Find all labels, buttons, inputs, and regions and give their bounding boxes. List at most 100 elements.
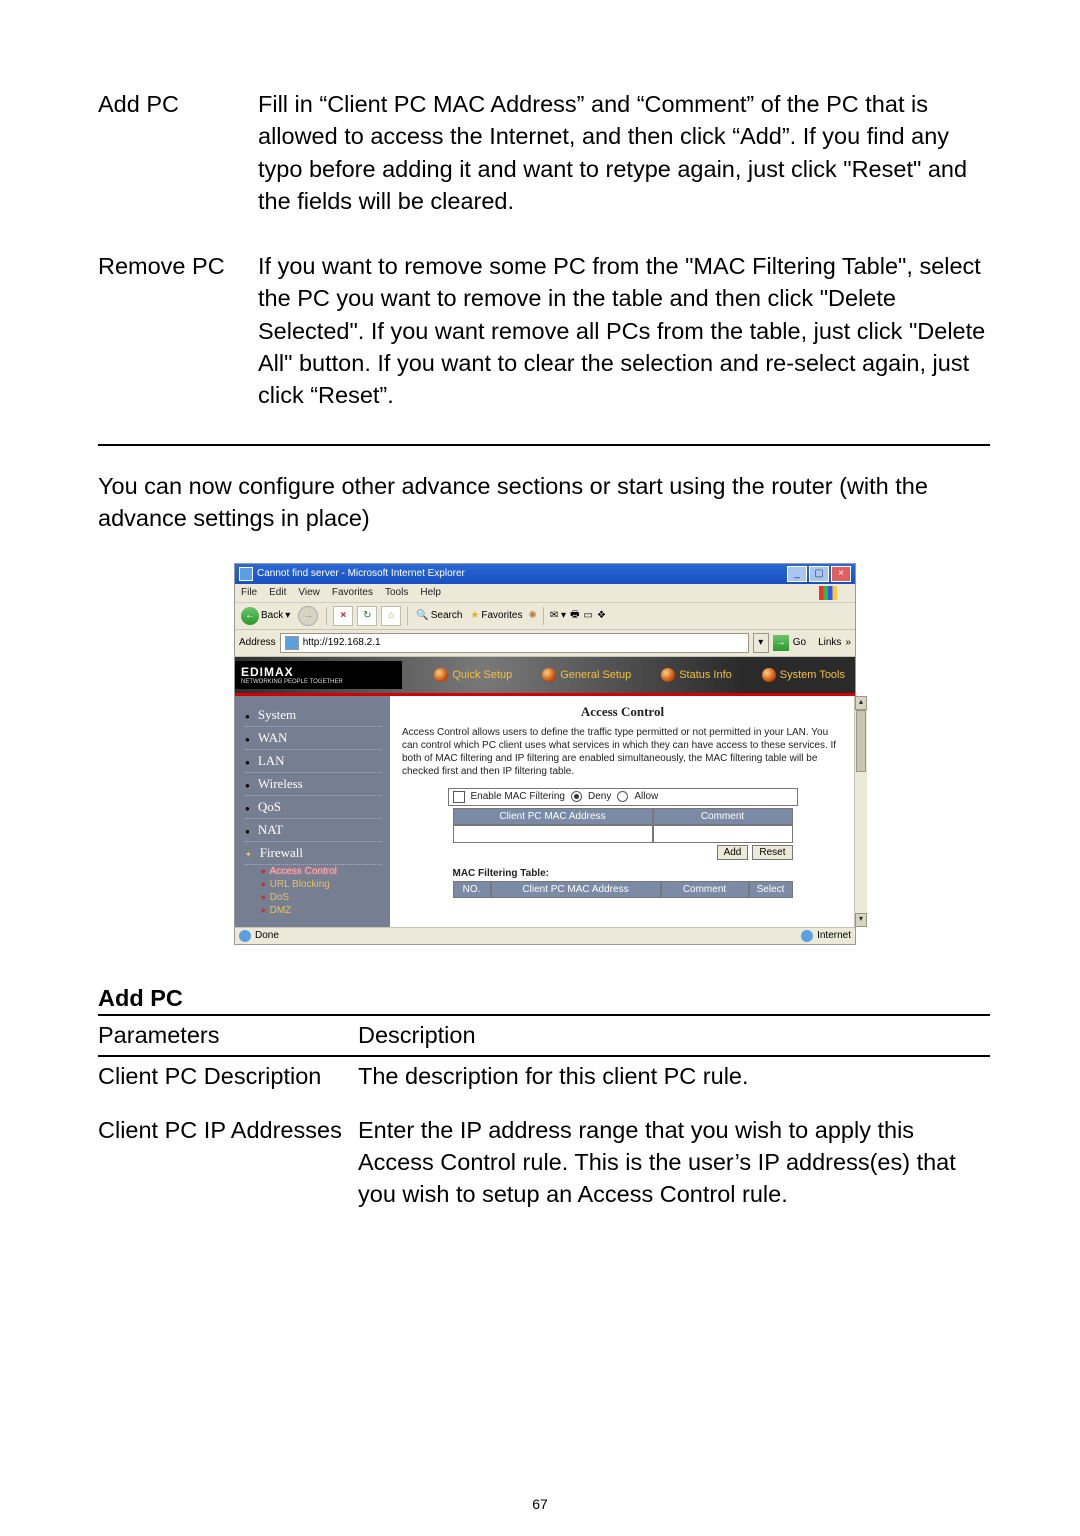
maximize-button[interactable]: ▢ [809,566,829,582]
sidebar-sub-label: DoS [270,892,289,903]
sidebar-sub-label: URL Blocking [270,879,330,890]
sidebar-item-system[interactable]: System [245,704,382,727]
sidebar-item-firewall[interactable]: Firewall [245,842,382,865]
back-button[interactable]: ← Back ▾ [239,607,292,625]
nav-label: Quick Setup [452,669,512,681]
reset-button[interactable]: Reset [752,845,792,860]
links-label[interactable]: Links [818,637,841,648]
sidebar-item-wan[interactable]: WAN [245,727,382,750]
enable-checkbox[interactable] [453,791,465,803]
url-text: http://192.168.2.1 [303,637,381,648]
links-chevron-icon[interactable]: » [845,637,851,648]
address-bar: Address http://192.168.2.1 ▾ → Go Links … [235,630,855,657]
scroll-thumb[interactable] [856,710,866,772]
minimize-button[interactable]: _ [787,566,807,582]
discuss-icon[interactable]: ❖ [597,610,606,621]
menu-favorites[interactable]: Favorites [332,587,373,598]
definition-label: Remove PC [98,250,258,412]
bullet-icon [245,707,254,723]
star-icon: ★ [470,610,479,621]
menu-help[interactable]: Help [420,587,441,598]
refresh-button[interactable] [357,606,377,626]
favorites-label: Favorites [481,610,522,621]
sidebar-item-lan[interactable]: LAN [245,750,382,773]
router-body: System WAN LAN Wireless QoS NAT Firewall… [235,696,855,927]
definition-body: If you want to remove some PC from the "… [258,250,990,412]
history-icon[interactable]: ✺ [529,610,537,621]
comment-input[interactable] [653,825,793,843]
sidebar-item-label: WAN [258,730,288,746]
menu-view[interactable]: View [298,587,320,598]
globe-icon [239,930,251,942]
mail-icon[interactable]: ✉ ▾ [550,610,566,621]
paragraph: You can now configure other advance sect… [98,470,990,535]
bullet-icon [245,730,254,746]
allow-radio[interactable] [617,791,628,802]
ie-icon [239,567,253,581]
main-description: Access Control allows users to define th… [402,726,843,778]
sidebar-sub-dos[interactable]: DoS [261,891,382,904]
brand-logo: EDIMAX NETWORKING PEOPLE TOGETHER [235,661,402,689]
mac-input[interactable] [453,825,653,843]
deny-label: Deny [588,791,611,802]
nav-system-tools[interactable]: System Tools [762,668,845,682]
deny-radio[interactable] [571,791,582,802]
sidebar-item-nat[interactable]: NAT [245,819,382,842]
go-label: Go [793,637,806,648]
home-button[interactable] [381,606,401,626]
edit-icon[interactable]: ▭ [584,610,593,621]
col-comment-header: Comment [653,808,793,825]
main-pane: Access Control Access Control allows use… [390,696,855,927]
nav-quick-setup[interactable]: Quick Setup [434,668,512,682]
window-title: Cannot find server - Microsoft Internet … [257,568,785,579]
window-titlebar: Cannot find server - Microsoft Internet … [235,564,855,584]
search-button[interactable]: 🔍 Search [414,610,464,621]
bullet-icon [245,799,254,815]
sidebar-sub-label: DMZ [270,905,292,916]
scroll-down-icon[interactable]: ▾ [855,913,867,927]
definition-label: Add PC [98,88,258,218]
go-button[interactable]: → [773,635,789,651]
sidebar-item-wireless[interactable]: Wireless [245,773,382,796]
nav-label: Status Info [679,669,732,681]
nav-general-setup[interactable]: General Setup [542,668,631,682]
ie-window: Cannot find server - Microsoft Internet … [234,563,856,945]
sidebar-sub-label: Access Control [270,866,337,877]
scrollbar[interactable]: ▴ ▾ [854,696,867,927]
menu-file[interactable]: File [241,587,257,598]
nav-status-info[interactable]: Status Info [661,668,732,682]
sidebar-sub-url-blocking[interactable]: URL Blocking [261,878,382,891]
print-icon[interactable]: 🖶 [570,607,579,624]
page-number: 67 [0,1496,1080,1512]
address-field[interactable]: http://192.168.2.1 [280,633,749,653]
section-heading: Add PC [98,985,990,1016]
bullet-icon [245,753,254,769]
scroll-up-icon[interactable]: ▴ [855,696,867,710]
page-icon [285,636,299,650]
forward-button[interactable]: → [296,606,320,626]
favorites-button[interactable]: ★ Favorites [468,610,524,621]
sidebar-sub-dmz[interactable]: DMZ [261,904,382,917]
status-bar: Done Internet [235,927,855,944]
menu-edit[interactable]: Edit [269,587,286,598]
filtering-table-header: NO. Client PC MAC Address Comment Select [453,881,793,898]
close-button[interactable]: × [831,566,851,582]
add-button[interactable]: Add [717,845,749,860]
allow-label: Allow [634,791,658,802]
stop-button[interactable]: × [333,606,353,626]
param-row: Client PC IP Addresses Enter the IP addr… [98,1111,990,1214]
menu-tools[interactable]: Tools [385,587,408,598]
input-table-row [453,825,793,843]
nav-label: System Tools [780,669,845,681]
sidebar: System WAN LAN Wireless QoS NAT Firewall… [235,696,390,927]
address-label: Address [239,637,276,648]
header-parameters: Parameters [98,1020,358,1052]
main-heading: Access Control [402,704,843,720]
param-table-header: Parameters Description [98,1016,990,1058]
nav-dot-icon [661,668,675,682]
sidebar-item-qos[interactable]: QoS [245,796,382,819]
sidebar-sub-access-control[interactable]: Access Control [261,865,382,878]
address-dropdown[interactable]: ▾ [753,633,769,653]
col-select-header: Select [749,881,793,898]
col-no-header: NO. [453,881,491,898]
